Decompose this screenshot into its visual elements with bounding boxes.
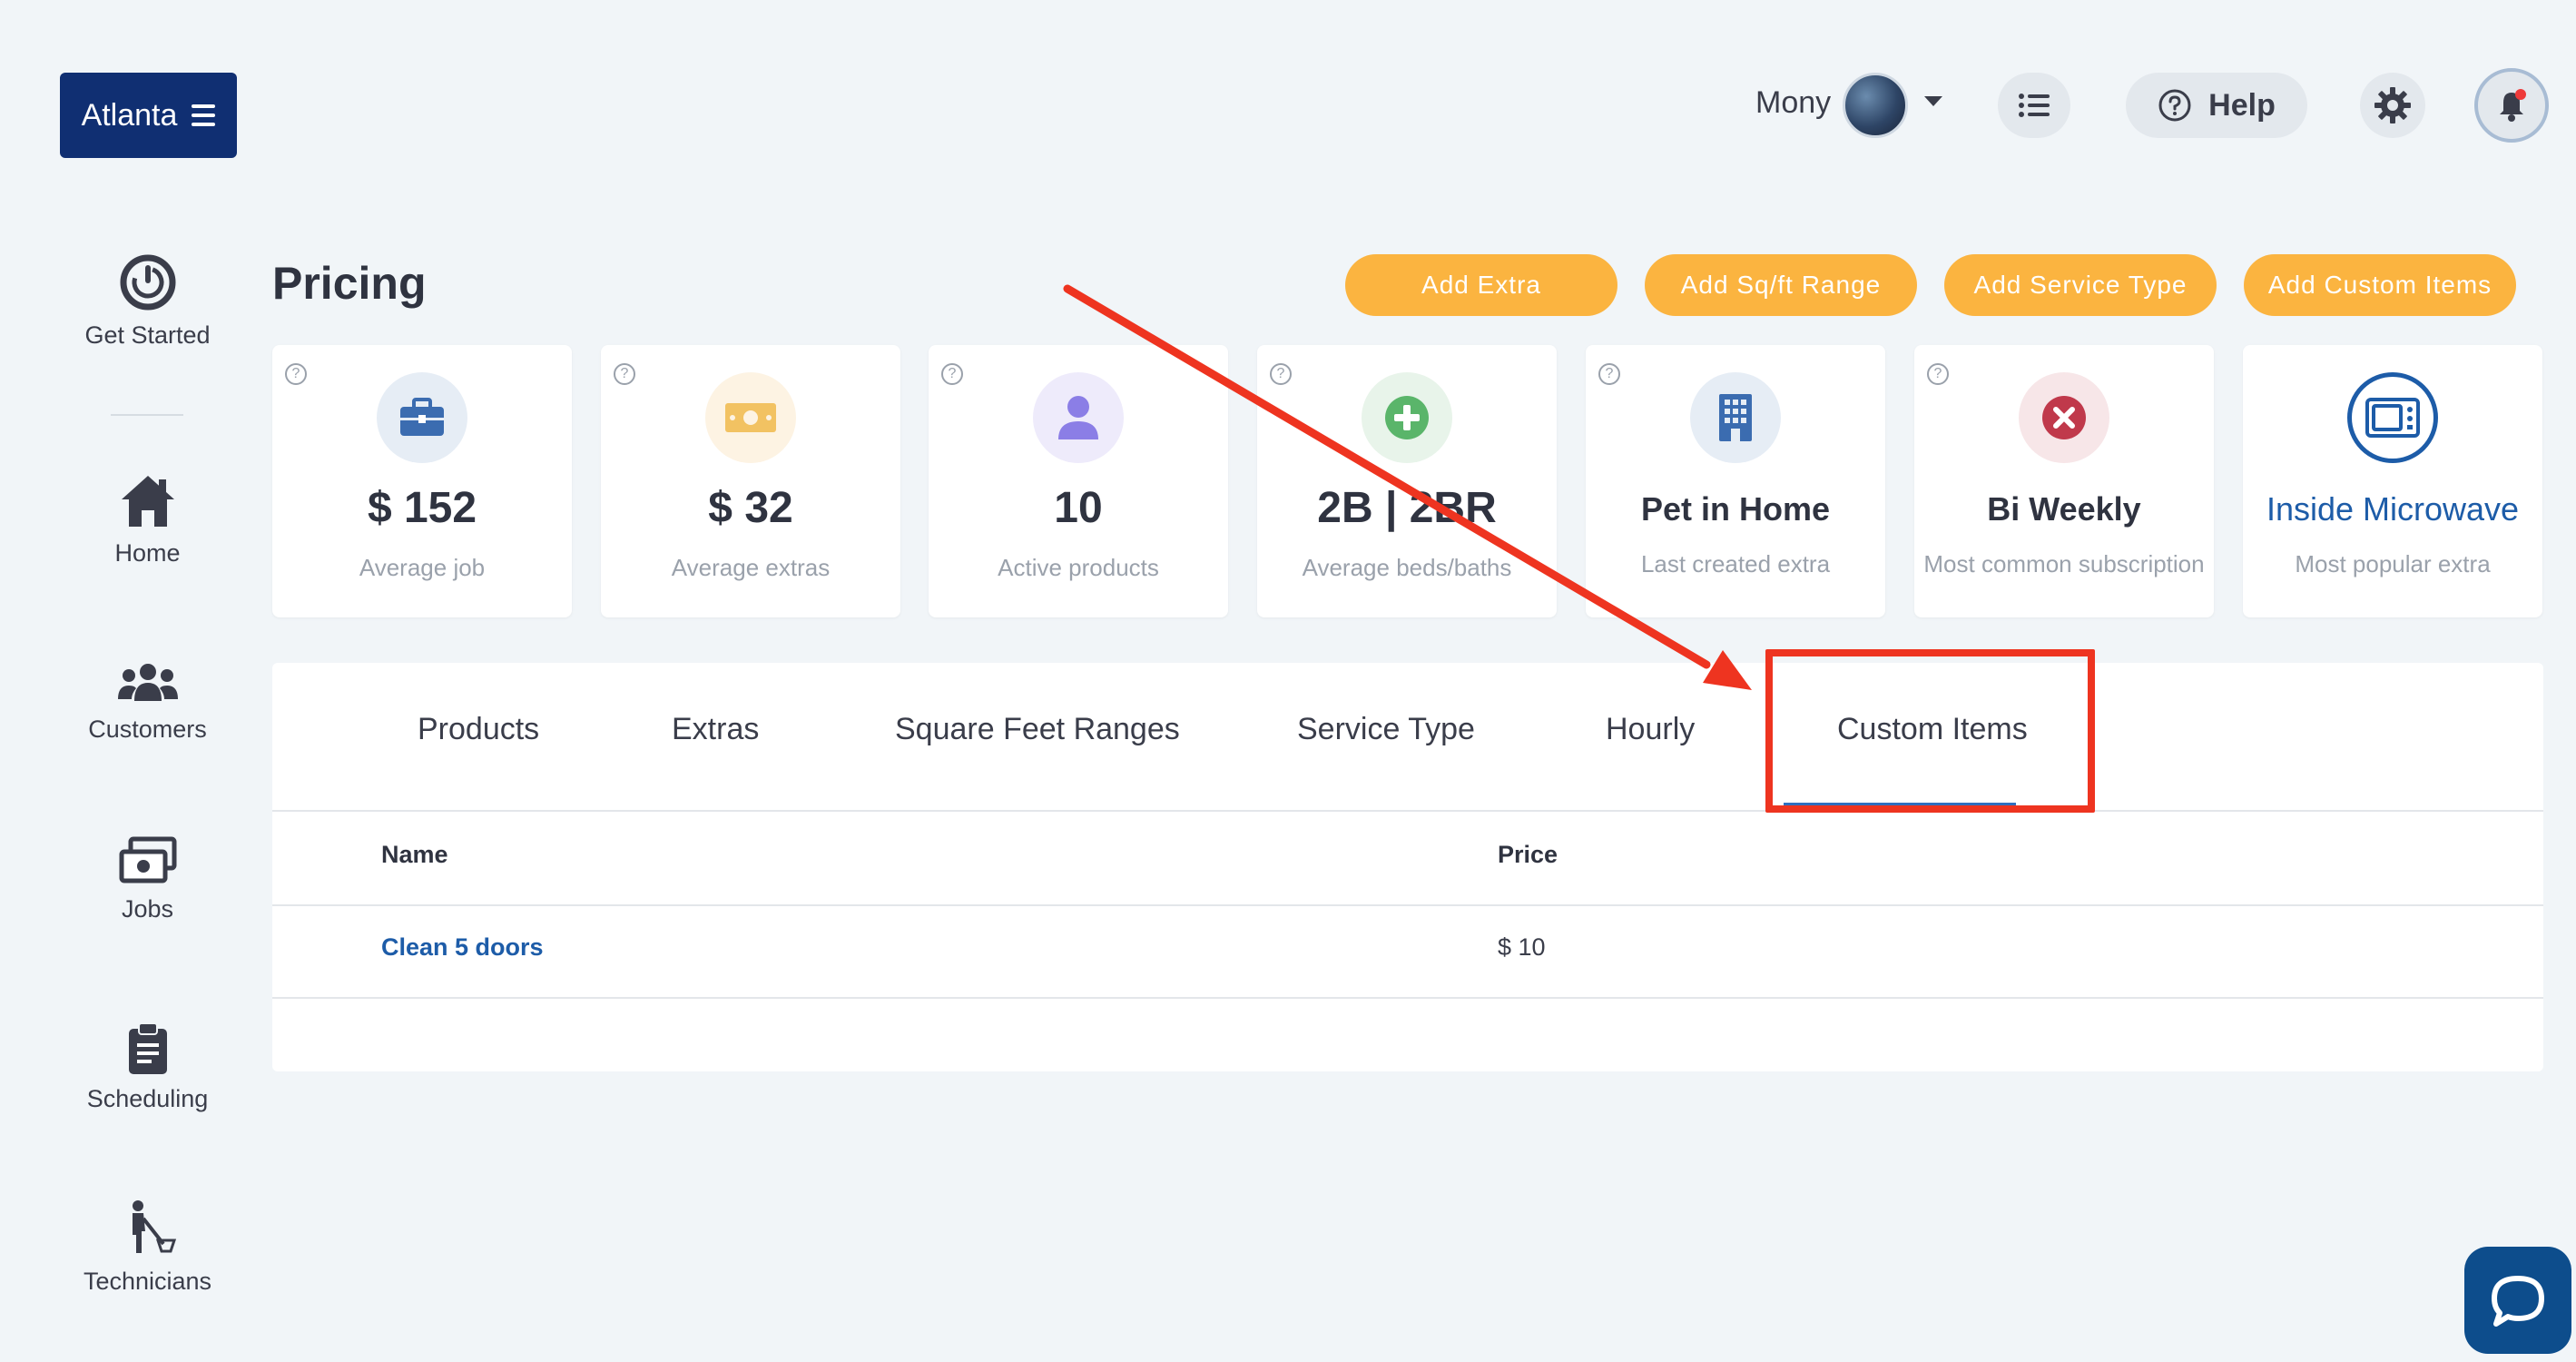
chat-button[interactable]	[2464, 1247, 2571, 1354]
annotation-arrow	[1063, 284, 1752, 690]
app-root: Atlanta Mony Help Get Started Home Custo…	[0, 0, 2576, 1362]
annotation-highlight-box	[1765, 649, 2095, 813]
chat-icon	[2492, 1276, 2544, 1327]
